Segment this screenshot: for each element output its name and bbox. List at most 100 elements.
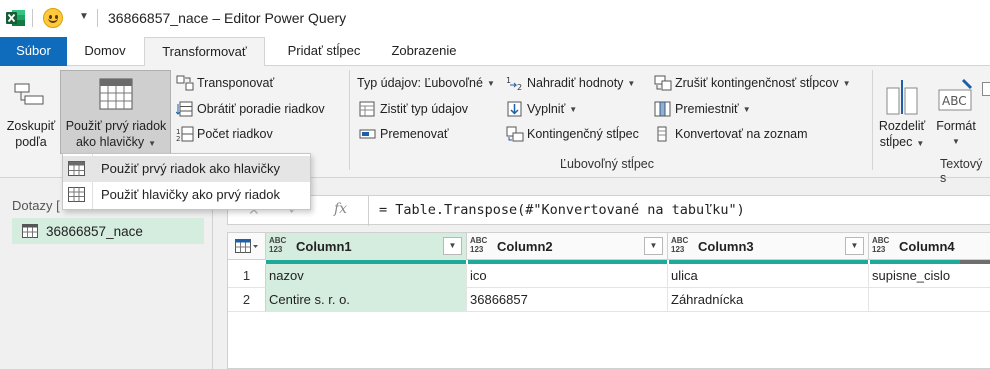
query-item[interactable]: 36866857_nace: [12, 218, 204, 244]
table-cell[interactable]: ulica: [668, 264, 869, 288]
svg-text:ABC: ABC: [942, 94, 967, 108]
window-title: 36866857_nace – Editor Power Query: [108, 10, 347, 26]
type-any-icon[interactable]: ABC 123: [872, 236, 889, 254]
tab-file[interactable]: Súbor: [0, 37, 67, 66]
grid-header: ABC 123 Column1 ▼ ABC 123 Column2 ▼ ABC 123…: [228, 233, 990, 260]
svg-text:2: 2: [176, 135, 180, 142]
menu-item-label: Použiť hlavičky ako prvý riadok: [101, 187, 281, 202]
count-rows-button[interactable]: 12 Počet riadkov: [176, 124, 273, 144]
unpivot-button[interactable]: Zrušiť kontingenčnosť stĺpcov ▼: [654, 73, 851, 93]
move-label: Premiestniť: [675, 102, 739, 116]
row-number[interactable]: 1: [228, 264, 266, 288]
type-any-icon[interactable]: ABC 123: [470, 236, 487, 254]
fill-label: Vyplniť: [527, 102, 566, 116]
column-name: Column2: [497, 239, 553, 254]
table-cell[interactable]: supisne_cislo: [869, 264, 990, 288]
dropdown-caret-icon: ▼: [148, 139, 156, 148]
column-name: Column3: [698, 239, 754, 254]
count-rows-label: Počet riadkov: [197, 127, 273, 141]
use-first-row-button[interactable]: Použiť prvý riadok ako hlavičky ▼: [60, 70, 171, 154]
table-row: 2 Centire s. r. o. 36866857 Záhradnícka: [228, 288, 990, 312]
table-header-icon: [68, 161, 85, 176]
convert-to-list-button[interactable]: Konvertovať na zoznam: [654, 124, 808, 144]
dropdown-caret-icon: ▼: [916, 139, 925, 148]
split-column-button[interactable]: Rozdeliť stĺpec ▼: [876, 70, 932, 154]
dropdown-caret-icon: ▼: [627, 78, 636, 88]
convert-to-list-label: Konvertovať na zoznam: [675, 127, 808, 141]
formula-input[interactable]: = Table.Transpose(#"Konvertované na tabu…: [379, 202, 745, 218]
rename-label: Premenovať: [380, 127, 449, 141]
queries-header[interactable]: Dotazy [: [12, 198, 60, 213]
pivot-column-button[interactable]: Kontingenčný stĺpec: [506, 124, 639, 144]
unpivot-icon: [654, 75, 672, 91]
excel-icon: [6, 10, 25, 26]
replace-values-icon: 12: [506, 76, 522, 91]
table-row: 1 nazov ico ulica supisne_cislo: [228, 264, 990, 288]
reverse-rows-button[interactable]: Obrátiť poradie riadkov: [176, 99, 325, 119]
fx-icon[interactable]: fx: [334, 201, 347, 217]
table-icon: [22, 224, 38, 238]
replace-values-button[interactable]: 12 Nahradiť hodnoty ▼: [506, 73, 635, 93]
group-by-button[interactable]: Zoskupiť podľa: [2, 70, 58, 154]
move-button[interactable]: Premiestniť ▼: [654, 99, 751, 119]
dropdown-caret-icon: ▼: [842, 78, 851, 88]
feedback-smiley-icon[interactable]: [43, 8, 63, 28]
data-type-dropdown[interactable]: Typ údajov: Ľubovoľné ▼: [357, 73, 495, 93]
svg-text:2: 2: [517, 83, 522, 91]
filter-dropdown-icon[interactable]: ▼: [845, 237, 864, 255]
table-cell[interactable]: Záhradnícka: [668, 288, 869, 312]
replace-values-label: Nahradiť hodnoty: [527, 76, 624, 90]
dropdown-caret-icon: ▼: [952, 137, 960, 146]
type-any-icon[interactable]: ABC 123: [671, 236, 688, 254]
format-icon: ABC: [938, 78, 973, 111]
tab-transform[interactable]: Transformovať: [144, 37, 265, 67]
dropdown-caret-icon: ▼: [742, 104, 751, 114]
reverse-rows-label: Obrátiť poradie riadkov: [197, 102, 325, 116]
unpivot-label: Zrušiť kontingenčnosť stĺpcov: [675, 76, 839, 90]
column-header[interactable]: ABC 123 Column2 ▼: [467, 233, 668, 260]
quick-access-dropdown-icon[interactable]: ▼: [79, 11, 89, 22]
move-icon: [654, 101, 671, 117]
table-cell[interactable]: Centire s. r. o.: [266, 288, 467, 312]
menu-item-label: Použiť prvý riadok ako hlavičky: [101, 161, 281, 176]
row-number[interactable]: 2: [228, 288, 266, 312]
detect-type-button[interactable]: Zistiť typ údajov: [359, 99, 468, 119]
extract-icon[interactable]: [982, 82, 990, 96]
rename-button[interactable]: Premenovať: [359, 124, 449, 144]
pivot-column-icon: [506, 126, 524, 142]
menu-item-use-headers-as-first-row[interactable]: Použiť hlavičky ako prvý riadok: [63, 182, 310, 208]
filter-dropdown-icon[interactable]: ▼: [644, 237, 663, 255]
menu-item-use-first-row-as-headers[interactable]: Použiť prvý riadok ako hlavičky: [63, 156, 310, 182]
count-rows-icon: 12: [176, 126, 194, 142]
split-column-icon: [886, 80, 918, 115]
filter-dropdown-icon[interactable]: ▼: [443, 237, 462, 255]
table-cell[interactable]: [869, 288, 990, 312]
tab-home[interactable]: Domov: [69, 37, 141, 66]
fill-button[interactable]: Vyplniť ▼: [506, 99, 577, 119]
data-grid: ABC 123 Column1 ▼ ABC 123 Column2 ▼ ABC 123…: [227, 232, 990, 369]
type-any-icon[interactable]: ABC 123: [269, 236, 286, 254]
text-column-group-label: Textový s: [940, 157, 983, 185]
table-cell[interactable]: 36866857: [467, 288, 668, 312]
tab-add-column[interactable]: Pridať stĺpec: [268, 37, 380, 66]
format-button[interactable]: ABC Formát ▼: [933, 70, 979, 154]
table-menu-button[interactable]: [228, 233, 266, 260]
table-header-icon: [99, 78, 133, 110]
formula-bar: ✕ ✓ fx = Table.Transpose(#"Konvertované …: [227, 195, 990, 226]
tab-view[interactable]: Zobrazenie: [383, 37, 465, 66]
rename-icon: [359, 129, 376, 139]
group-by-label-1: Zoskupiť: [6, 119, 56, 133]
column-header[interactable]: ABC 123 Column1 ▼: [266, 233, 467, 260]
column-header[interactable]: ABC 123 Column3 ▼: [668, 233, 869, 260]
column-header[interactable]: ABC 123 Column4: [869, 233, 990, 260]
use-first-row-menu: Použiť prvý riadok ako hlavičky Použiť h…: [62, 153, 311, 210]
detect-type-label: Zistiť typ údajov: [380, 102, 469, 116]
dropdown-caret-icon: ▼: [486, 78, 495, 88]
use-first-row-label-2: ako hlavičky: [75, 135, 145, 149]
dropdown-caret-icon: ▼: [569, 104, 578, 114]
table-cell[interactable]: nazov: [266, 264, 467, 288]
data-type-label: Typ údajov: Ľubovoľné: [357, 76, 483, 90]
table-cell[interactable]: ico: [467, 264, 668, 288]
transpose-icon: [176, 75, 194, 91]
transpose-button[interactable]: Transponovať: [176, 73, 274, 93]
